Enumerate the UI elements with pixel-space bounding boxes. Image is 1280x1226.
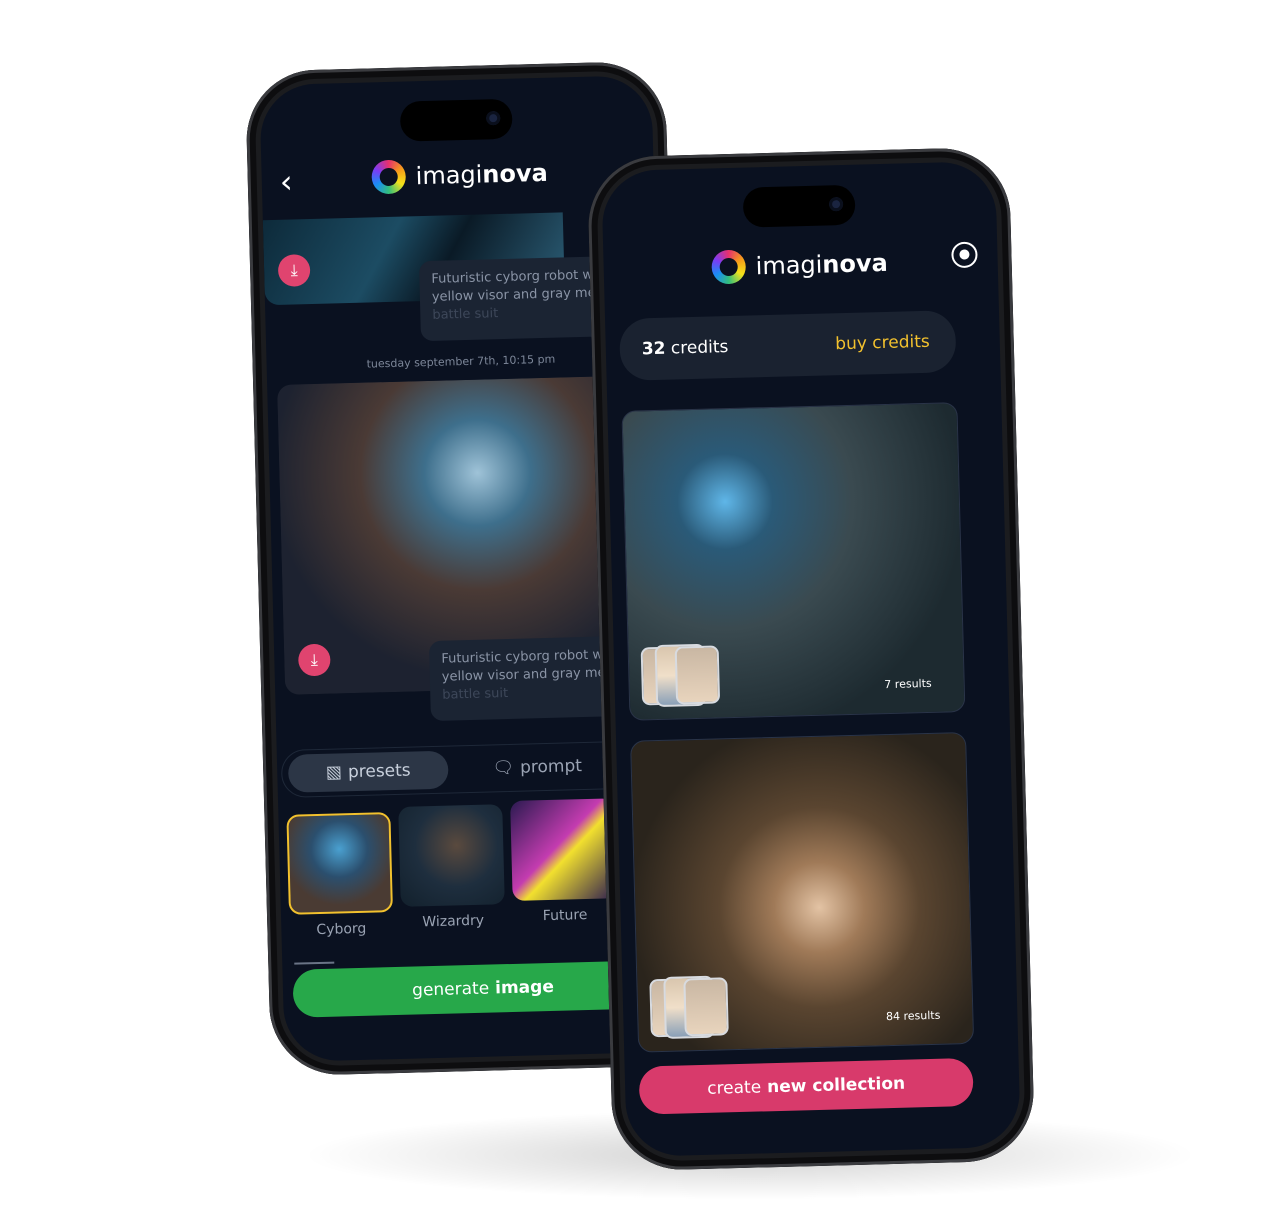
app-logo: imaginova bbox=[711, 246, 888, 285]
collection-avatars bbox=[649, 975, 729, 1039]
collection-card[interactable]: 84 results bbox=[630, 731, 975, 1053]
dynamic-island bbox=[742, 184, 856, 228]
results-count: 7 results bbox=[884, 676, 932, 692]
buy-credits-link[interactable]: buy credits bbox=[835, 332, 930, 354]
logo-icon bbox=[371, 159, 407, 195]
image-icon: ▧ bbox=[325, 762, 343, 783]
tab-presets[interactable]: ▧ presets bbox=[287, 750, 449, 793]
back-button[interactable]: ‹ bbox=[279, 162, 293, 200]
collection-avatars bbox=[640, 643, 721, 708]
logo-text: imaginova bbox=[755, 248, 889, 281]
preset-cyborg[interactable]: Cyborg bbox=[286, 812, 393, 939]
right-phone: imaginova ● 32 credits buy credits 7 res… bbox=[586, 146, 1036, 1172]
preset-wizardry[interactable]: Wizardry bbox=[398, 804, 505, 931]
dynamic-island bbox=[399, 98, 513, 142]
tab-prompt[interactable]: 🗨 prompt bbox=[472, 747, 603, 788]
scroll-indicator bbox=[294, 961, 335, 965]
credits-count: 32 credits bbox=[641, 337, 729, 360]
app-logo: imaginova bbox=[371, 156, 548, 195]
collection-card[interactable]: 7 results bbox=[621, 402, 966, 721]
timestamp: tuesday september 7th, 10:15 pm bbox=[366, 352, 556, 371]
logo-text: imaginova bbox=[415, 158, 549, 191]
logo-icon bbox=[711, 249, 747, 285]
preset-future[interactable]: Future bbox=[510, 798, 617, 925]
chat-icon: 🗨 bbox=[492, 757, 515, 779]
results-count: 84 results bbox=[885, 1008, 941, 1024]
right-screen: imaginova ● 32 credits buy credits 7 res… bbox=[601, 161, 1021, 1157]
credits-bar: 32 credits buy credits bbox=[619, 310, 957, 381]
profile-icon[interactable]: ● bbox=[951, 241, 978, 269]
create-new-collection-button[interactable]: create new collection bbox=[638, 1057, 974, 1115]
